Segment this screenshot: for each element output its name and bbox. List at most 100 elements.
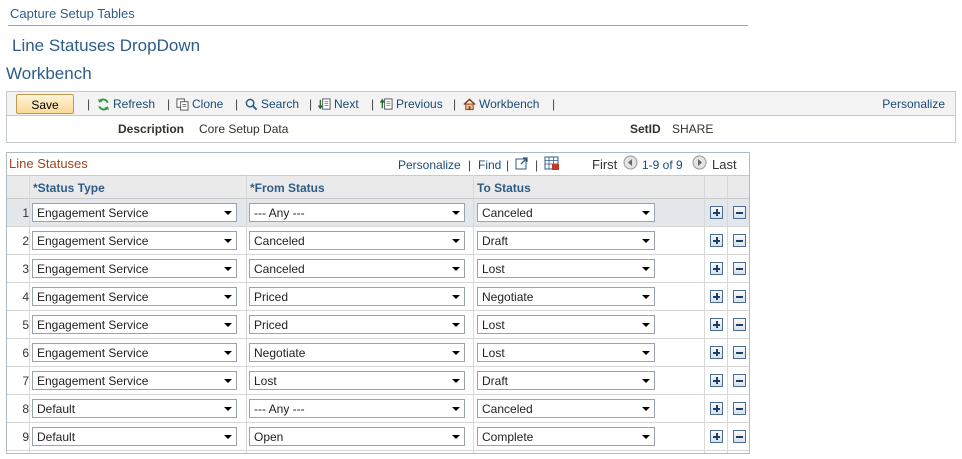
from-status-dropdown[interactable]: Canceled: [249, 259, 465, 278]
delete-row-button[interactable]: [733, 430, 746, 443]
grid-header-row: *Status Type *From Status To Status: [7, 175, 749, 199]
add-row-button[interactable]: [710, 402, 723, 415]
status-type-value: Engagement Service: [37, 262, 149, 276]
from-status-dropdown[interactable]: Canceled: [249, 231, 465, 250]
chevron-down-icon: [224, 435, 232, 439]
column-header-status-type[interactable]: *Status Type: [33, 181, 105, 195]
next-button[interactable]: Next: [318, 97, 359, 111]
column-header-to-status[interactable]: To Status: [477, 181, 531, 195]
toolbar-separator: |: [309, 97, 313, 111]
grid-personalize-link[interactable]: Personalize: [398, 158, 461, 172]
table-row: 7 Engagement Service Lost Draft: [7, 367, 749, 395]
from-status-dropdown[interactable]: Open: [249, 427, 465, 446]
to-status-dropdown[interactable]: Canceled: [477, 203, 655, 222]
from-status-value: Negotiate: [254, 346, 306, 360]
table-row: 2 Engagement Service Canceled Draft: [7, 227, 749, 255]
add-row-button[interactable]: [710, 430, 723, 443]
delete-row-button[interactable]: [733, 206, 746, 219]
from-status-value: Canceled: [254, 234, 305, 248]
status-type-dropdown[interactable]: Engagement Service: [32, 343, 237, 362]
status-type-value: Engagement Service: [37, 346, 149, 360]
to-status-value: Negotiate: [482, 290, 534, 304]
previous-button[interactable]: Previous: [380, 97, 443, 111]
from-status-dropdown[interactable]: --- Any ---: [249, 203, 465, 222]
chevron-down-icon: [452, 239, 460, 243]
refresh-button[interactable]: Refresh: [97, 97, 155, 111]
from-status-value: Priced: [254, 318, 289, 332]
to-status-dropdown[interactable]: Negotiate: [477, 287, 655, 306]
from-status-dropdown[interactable]: Priced: [249, 315, 465, 334]
add-row-button[interactable]: [710, 346, 723, 359]
to-status-dropdown[interactable]: Draft: [477, 371, 655, 390]
home-icon: [463, 97, 476, 110]
plus-icon-stem: [716, 209, 718, 216]
delete-row-button[interactable]: [733, 374, 746, 387]
add-row-button[interactable]: [710, 206, 723, 219]
to-status-value: Canceled: [482, 206, 533, 220]
delete-row-button[interactable]: [733, 402, 746, 415]
page-subtitle: Workbench: [6, 64, 92, 83]
previous-icon: [380, 97, 393, 110]
status-type-value: Engagement Service: [37, 206, 149, 220]
status-type-dropdown[interactable]: Default: [32, 399, 237, 418]
from-status-dropdown[interactable]: Priced: [249, 287, 465, 306]
from-status-dropdown[interactable]: Lost: [249, 371, 465, 390]
minus-icon: [736, 352, 743, 354]
to-status-dropdown[interactable]: Lost: [477, 343, 655, 362]
status-type-dropdown[interactable]: Engagement Service: [32, 259, 237, 278]
column-divider: [246, 175, 247, 453]
status-type-dropdown[interactable]: Default: [32, 427, 237, 446]
chevron-down-icon: [642, 435, 650, 439]
add-row-button[interactable]: [710, 318, 723, 331]
to-status-value: Draft: [482, 234, 509, 248]
status-type-dropdown[interactable]: Engagement Service: [32, 315, 237, 334]
grid-separator: |: [468, 158, 472, 172]
from-status-dropdown[interactable]: Negotiate: [249, 343, 465, 362]
row-number: 9: [22, 430, 29, 444]
toolbar-personalize-link[interactable]: Personalize: [882, 97, 945, 111]
status-type-dropdown[interactable]: Engagement Service: [32, 203, 237, 222]
to-status-dropdown[interactable]: Lost: [477, 259, 655, 278]
view-all-icon[interactable]: [515, 157, 529, 170]
clone-button[interactable]: Clone: [176, 97, 223, 111]
to-status-dropdown[interactable]: Complete: [477, 427, 655, 446]
download-excel-icon[interactable]: [544, 156, 560, 171]
search-button[interactable]: Search: [245, 97, 299, 111]
previous-page-icon[interactable]: [623, 155, 638, 170]
delete-row-button[interactable]: [733, 234, 746, 247]
delete-row-button[interactable]: [733, 290, 746, 303]
minus-icon: [736, 380, 743, 382]
status-type-dropdown[interactable]: Engagement Service: [32, 231, 237, 250]
to-status-dropdown[interactable]: Draft: [477, 231, 655, 250]
status-type-dropdown[interactable]: Engagement Service: [32, 287, 237, 306]
to-status-dropdown[interactable]: Canceled: [477, 399, 655, 418]
grid-find-link[interactable]: Find: [478, 158, 501, 172]
refresh-label: Refresh: [113, 97, 156, 111]
minus-icon: [736, 324, 743, 326]
delete-row-button[interactable]: [733, 346, 746, 359]
breadcrumb[interactable]: Capture Setup Tables: [10, 6, 135, 21]
chevron-down-icon: [642, 351, 650, 355]
add-row-button[interactable]: [710, 262, 723, 275]
row-number: 5: [22, 318, 29, 332]
delete-row-button[interactable]: [733, 262, 746, 275]
workbench-button[interactable]: Workbench: [463, 97, 539, 111]
add-row-button[interactable]: [710, 234, 723, 247]
delete-row-button[interactable]: [733, 318, 746, 331]
minus-icon: [736, 240, 743, 242]
to-status-dropdown[interactable]: Lost: [477, 315, 655, 334]
column-header-from-status[interactable]: *From Status: [250, 181, 325, 195]
grid-separator: |: [535, 158, 539, 172]
grid-title: Line Statuses: [9, 156, 88, 171]
add-row-button[interactable]: [710, 290, 723, 303]
description-label: Description: [118, 122, 185, 136]
status-type-value: Engagement Service: [37, 290, 149, 304]
add-row-button[interactable]: [710, 374, 723, 387]
from-status-dropdown[interactable]: --- Any ---: [249, 399, 465, 418]
page-title: Line Statuses DropDown: [12, 36, 201, 55]
save-button[interactable]: Save: [16, 94, 74, 114]
toolbar-separator: |: [371, 97, 375, 111]
minus-icon: [736, 408, 743, 410]
status-type-dropdown[interactable]: Engagement Service: [32, 371, 237, 390]
next-page-icon[interactable]: [692, 155, 707, 170]
